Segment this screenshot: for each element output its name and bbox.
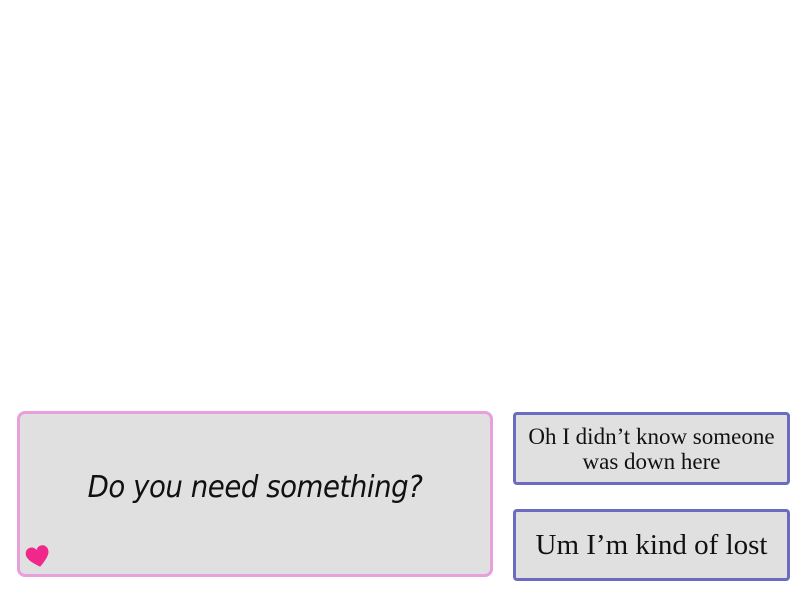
- choice-button-2[interactable]: Um I’m kind of lost: [513, 509, 790, 581]
- choice-label: Um I’m kind of lost: [535, 528, 768, 561]
- heart-icon: [25, 545, 49, 567]
- choice-label: Oh I didn’t know someone was down here: [528, 423, 775, 474]
- choice-button-1[interactable]: Oh I didn’t know someone was down here: [513, 412, 790, 485]
- dialogue-box[interactable]: Do you need something?: [17, 411, 493, 577]
- game-screen: Do you need something? Oh I didn’t know …: [0, 0, 800, 600]
- dialogue-text: Do you need something?: [87, 470, 423, 505]
